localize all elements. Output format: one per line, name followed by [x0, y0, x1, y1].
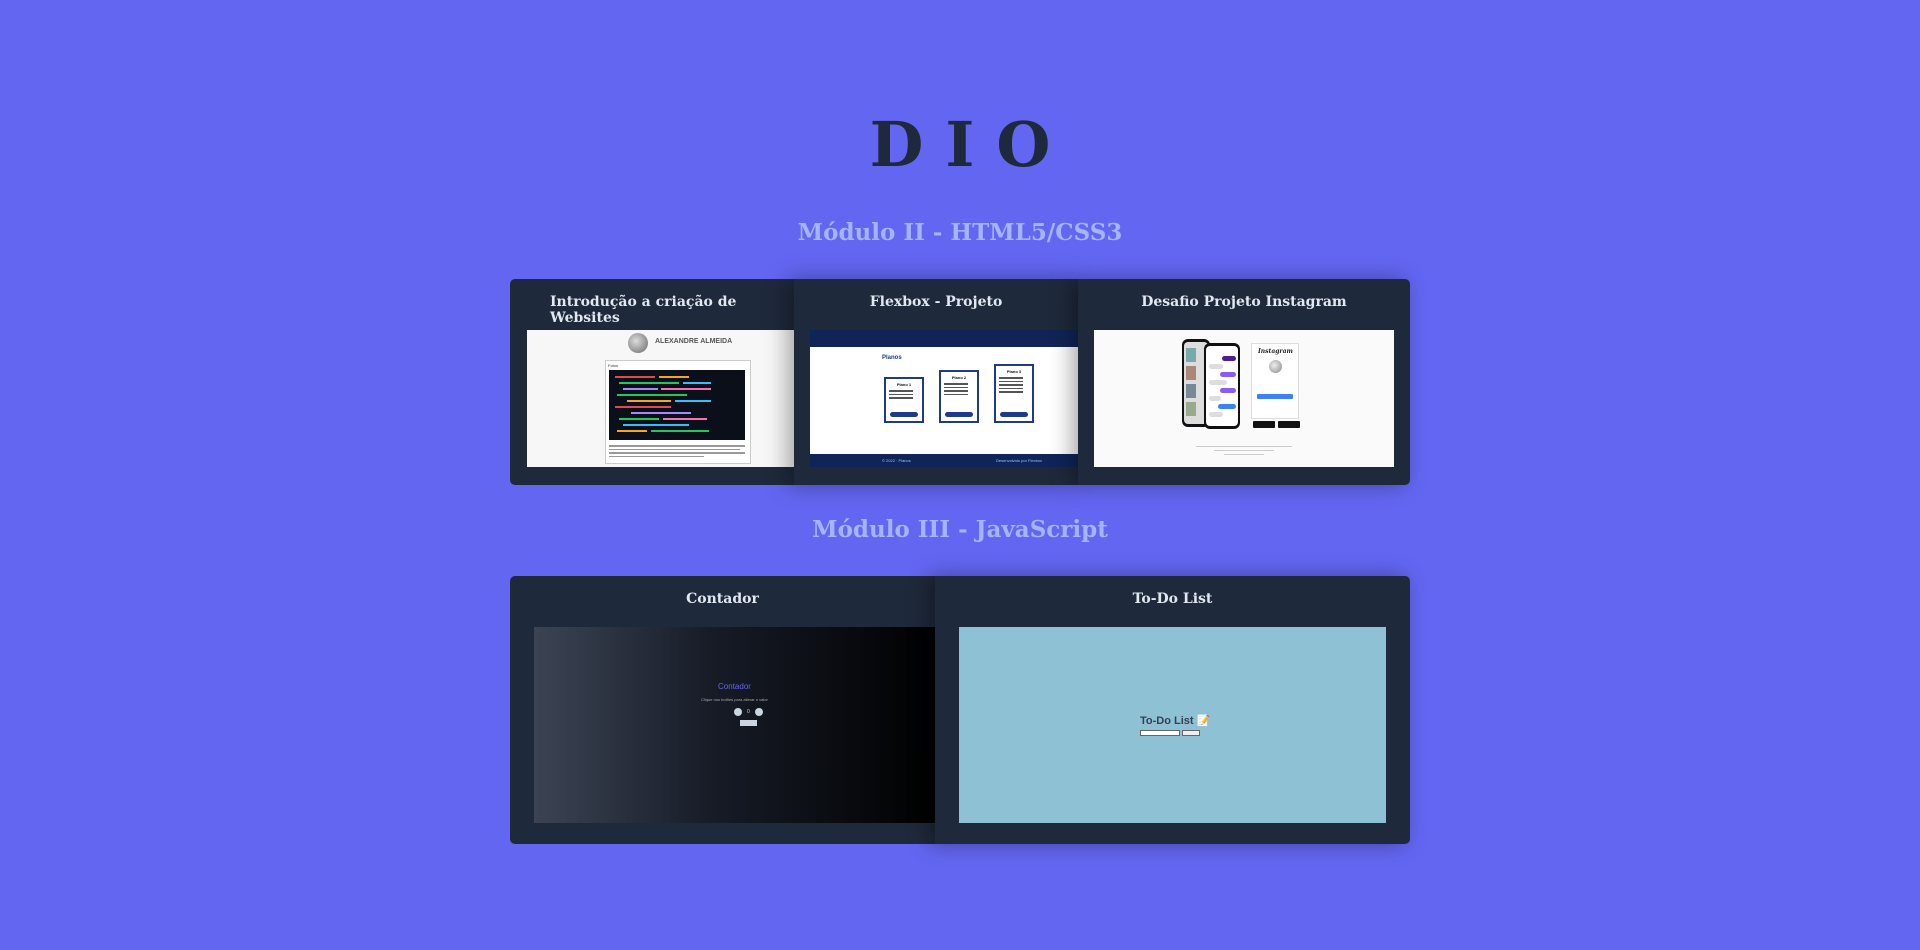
add-button	[1182, 730, 1200, 736]
preview-photo-box: Fotos	[605, 360, 751, 464]
preview-subtitle: Clique nos botões para alterar o valor	[701, 697, 768, 702]
project-preview-todo[interactable]: To-Do List 📝	[959, 627, 1386, 823]
avatar	[1269, 360, 1282, 373]
preview-footer: © 2022 · Planos Desenvolvido por Flexbox	[810, 454, 1078, 467]
module-heading-html-css: Módulo II - HTML5/CSS3	[797, 219, 1123, 246]
project-card-todo[interactable]: To-Do List To-Do List 📝	[935, 576, 1410, 844]
reset-button	[740, 720, 757, 726]
preview-footer	[1194, 446, 1294, 458]
avatar	[628, 333, 648, 353]
page-title: DIO	[869, 108, 1073, 181]
login-button	[1257, 394, 1293, 399]
decrement-icon	[734, 708, 742, 716]
google-play-badge	[1278, 421, 1300, 428]
preview-title: Contador	[718, 682, 751, 691]
app-store-badge	[1253, 421, 1275, 428]
project-preview-flexbox[interactable]: Planos Plano 1 Plano 2 Plano 3 © 2022 · …	[810, 330, 1078, 467]
project-card-flexbox[interactable]: Flexbox - Projeto Planos Plano 1 Plano 2…	[794, 279, 1078, 485]
preview-section-label: Planos	[882, 355, 902, 361]
preview-name: ALEXANDRE ALMEIDA	[655, 338, 733, 345]
instagram-logo: Instagram	[1258, 348, 1293, 355]
project-title: To-Do List	[1132, 591, 1213, 607]
project-card-contador[interactable]: Contador Contador Clique nos botões para…	[510, 576, 935, 844]
project-card-websites[interactable]: Introdução a criação de Websites ALEXAND…	[510, 279, 794, 485]
project-preview-instagram[interactable]: Instagram	[1094, 330, 1394, 467]
preview-section-label: Fotos	[608, 363, 619, 368]
preview-text-lines	[609, 445, 745, 459]
plan-card: Plano 2	[939, 370, 979, 423]
module-heading-javascript: Módulo III - JavaScript	[812, 516, 1108, 543]
project-title: Contador	[686, 591, 759, 607]
plan-card: Plano 1	[884, 377, 924, 423]
module-javascript-cards: Contador Contador Clique nos botões para…	[510, 576, 1410, 844]
login-panel: Instagram	[1251, 343, 1299, 419]
project-title: Flexbox - Projeto	[869, 294, 1003, 310]
module-html-css-cards: Introdução a criação de Websites ALEXAND…	[510, 279, 1410, 485]
plan-card: Plano 3	[994, 364, 1034, 423]
project-title: Introdução a criação de Websites	[550, 294, 737, 326]
preview-title: To-Do List 📝	[1140, 715, 1211, 727]
preview-header	[810, 330, 1078, 347]
counter-value: 0	[747, 709, 750, 715]
project-title: Desafio Projeto Instagram	[1141, 294, 1347, 310]
code-image	[609, 370, 745, 440]
phone-image	[1204, 343, 1240, 429]
project-card-instagram[interactable]: Desafio Projeto Instagram Instagram	[1078, 279, 1410, 485]
todo-input	[1140, 730, 1180, 736]
increment-icon	[755, 708, 763, 716]
project-preview-websites[interactable]: ALEXANDRE ALMEIDA Fotos	[527, 330, 794, 467]
project-preview-contador[interactable]: Contador Clique nos botões para alterar …	[534, 627, 935, 823]
